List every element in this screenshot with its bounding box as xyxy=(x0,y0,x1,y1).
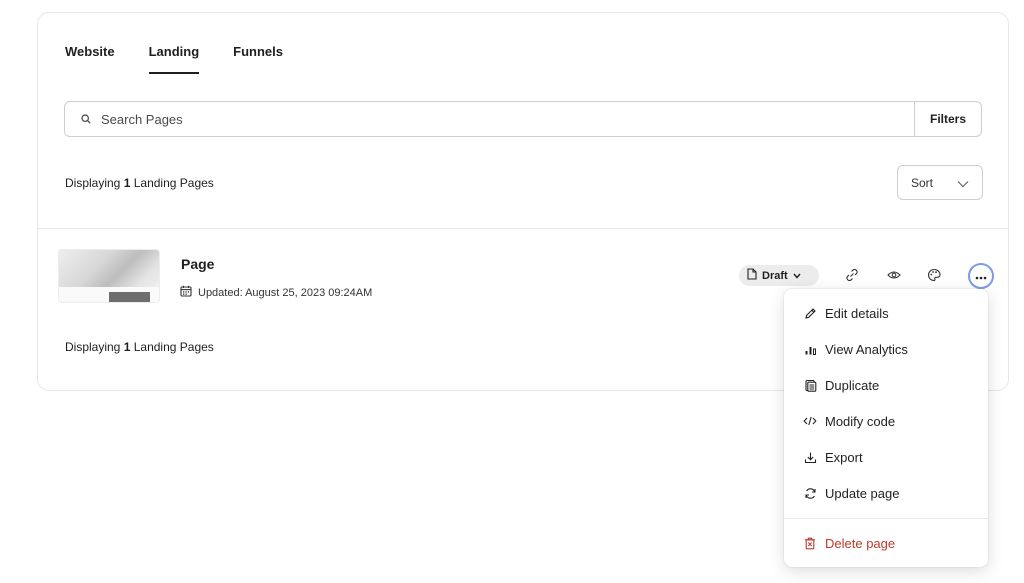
status-dropdown[interactable]: Draft xyxy=(739,265,819,286)
menu-item-view-analytics[interactable]: View Analytics xyxy=(803,339,908,359)
page-updated: Updated: August 25, 2023 09:24AM xyxy=(180,285,372,300)
menu-item-duplicate[interactable]: Duplicate xyxy=(803,375,879,395)
menu-item-label: Export xyxy=(825,449,863,465)
search-input[interactable] xyxy=(101,102,914,136)
chevron-down-icon xyxy=(957,177,969,191)
tab-landing[interactable]: Landing xyxy=(148,13,199,75)
page-title[interactable]: Page xyxy=(181,256,214,272)
tab-bar: Website Landing Funnels xyxy=(65,13,283,75)
status-label: Draft xyxy=(762,269,788,282)
count-suffix: Landing Pages xyxy=(133,176,214,190)
display-count: Displaying 1 Landing Pages xyxy=(65,176,214,190)
menu-item-modify-code[interactable]: Modify code xyxy=(803,411,895,431)
menu-item-export[interactable]: Export xyxy=(803,447,863,467)
more-icon xyxy=(975,267,987,285)
divider xyxy=(38,228,1008,229)
tab-funnels[interactable]: Funnels xyxy=(233,13,283,75)
document-icon xyxy=(747,268,757,283)
sort-dropdown[interactable]: Sort xyxy=(897,165,983,200)
menu-item-label: View Analytics xyxy=(825,341,908,357)
count-prefix: Displaying xyxy=(65,340,121,354)
page-thumbnail[interactable] xyxy=(58,249,160,303)
display-count-bottom: Displaying 1 Landing Pages xyxy=(65,340,214,354)
pencil-icon xyxy=(803,306,817,320)
trash-icon xyxy=(803,536,817,550)
menu-item-label: Edit details xyxy=(825,305,889,321)
analytics-icon xyxy=(803,342,817,356)
palette-icon[interactable] xyxy=(926,267,942,283)
count-value: 1 xyxy=(123,176,131,190)
calendar-icon xyxy=(180,285,192,300)
menu-item-label: Duplicate xyxy=(825,377,880,393)
menu-item-edit-details[interactable]: Edit details xyxy=(803,303,889,323)
menu-divider xyxy=(784,518,988,519)
count-suffix: Landing Pages xyxy=(133,340,214,354)
chevron-down-icon xyxy=(793,270,801,282)
count-value: 1 xyxy=(123,340,131,354)
menu-item-label: Modify code xyxy=(825,413,896,429)
menu-item-label: Delete page xyxy=(825,535,896,551)
link-icon[interactable] xyxy=(844,267,860,283)
menu-item-update-page[interactable]: Update page xyxy=(803,483,899,503)
updated-text: Updated: August 25, 2023 09:24AM xyxy=(198,286,373,299)
eye-icon[interactable] xyxy=(886,267,902,283)
code-icon xyxy=(803,414,817,428)
refresh-icon xyxy=(803,486,817,500)
more-options-button[interactable] xyxy=(968,263,994,289)
search-bar: Filters xyxy=(64,101,982,137)
filters-button[interactable]: Filters xyxy=(914,102,981,136)
menu-item-label: Update page xyxy=(825,485,900,501)
page-actions-menu: Edit details View Analytics Duplicate Mo… xyxy=(784,289,988,567)
sort-label: Sort xyxy=(911,175,934,190)
menu-item-delete-page[interactable]: Delete page xyxy=(803,533,895,553)
duplicate-icon xyxy=(803,378,817,392)
search-icon xyxy=(81,113,93,125)
count-prefix: Displaying xyxy=(65,176,121,190)
tab-website[interactable]: Website xyxy=(65,13,115,75)
export-icon xyxy=(803,450,817,464)
